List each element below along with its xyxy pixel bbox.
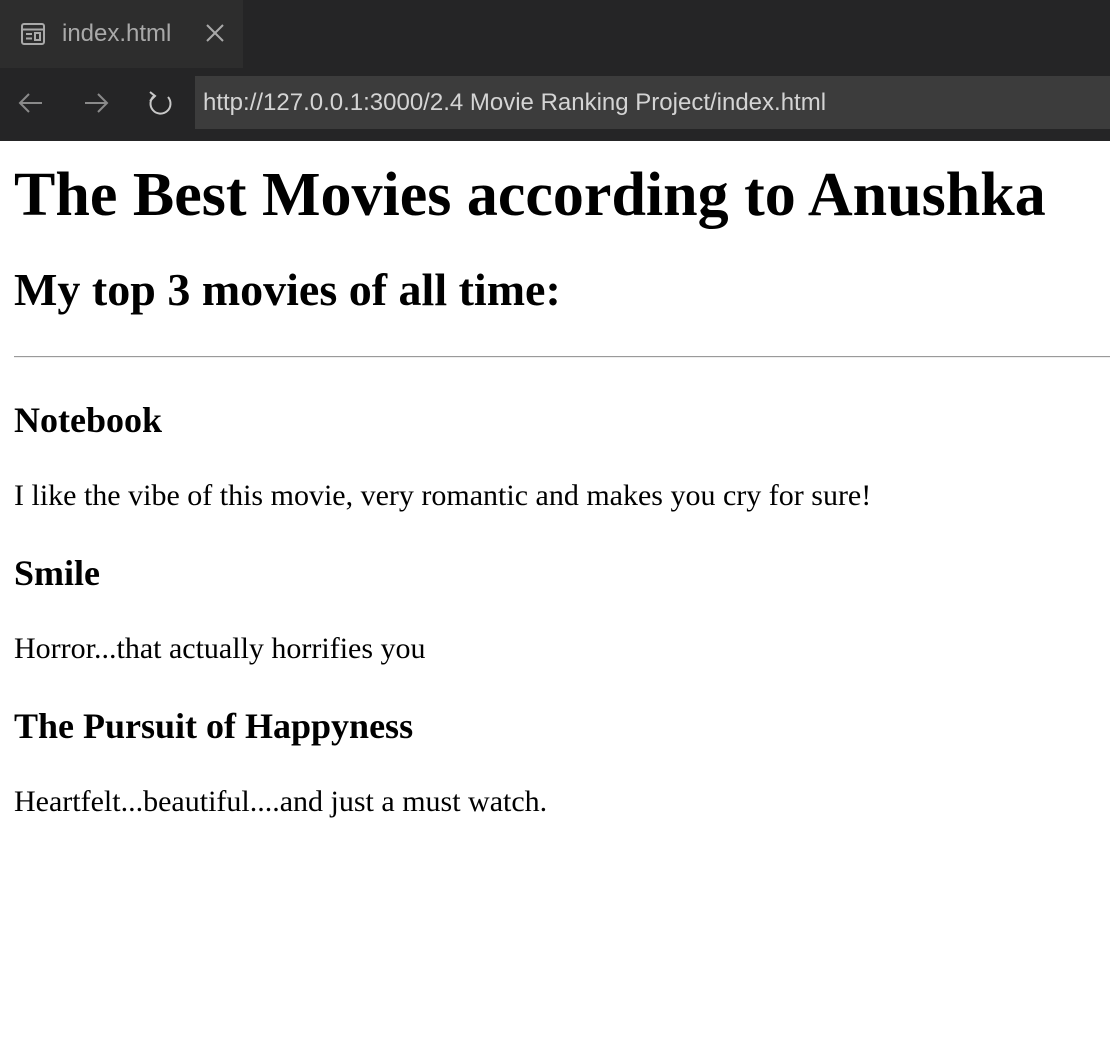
movie-title: Smile	[14, 553, 100, 593]
movie-description: Horror...that actually horrifies you	[14, 632, 426, 665]
page-title: The Best Movies according to Anushka	[14, 161, 1046, 229]
page-subtitle: My top 3 movies of all time:	[14, 264, 561, 315]
tab-strip: index.html	[0, 0, 1110, 68]
movie-description: I like the vibe of this movie, very roma…	[14, 479, 872, 512]
browser-chrome: index.html http://127.0.0.1:3000/2.4 Mov…	[0, 0, 1110, 141]
tab-title: index.html	[62, 20, 172, 47]
tab-index-html[interactable]: index.html	[0, 0, 243, 68]
back-arrow-icon[interactable]	[16, 88, 46, 118]
page-content: The Best Movies according to Anushka My …	[0, 141, 1110, 820]
movie-description: Heartfelt...beautiful....and just a must…	[14, 785, 548, 818]
preview-icon	[21, 23, 45, 45]
close-icon[interactable]	[203, 21, 227, 45]
movie-title: The Pursuit of Happyness	[14, 706, 414, 746]
divider	[14, 356, 1110, 358]
reload-icon[interactable]	[146, 88, 176, 118]
movie-title: Notebook	[14, 400, 163, 440]
forward-arrow-icon[interactable]	[81, 88, 111, 118]
navigation-bar: http://127.0.0.1:3000/2.4 Movie Ranking …	[0, 68, 1110, 141]
url-input[interactable]: http://127.0.0.1:3000/2.4 Movie Ranking …	[195, 76, 1110, 129]
